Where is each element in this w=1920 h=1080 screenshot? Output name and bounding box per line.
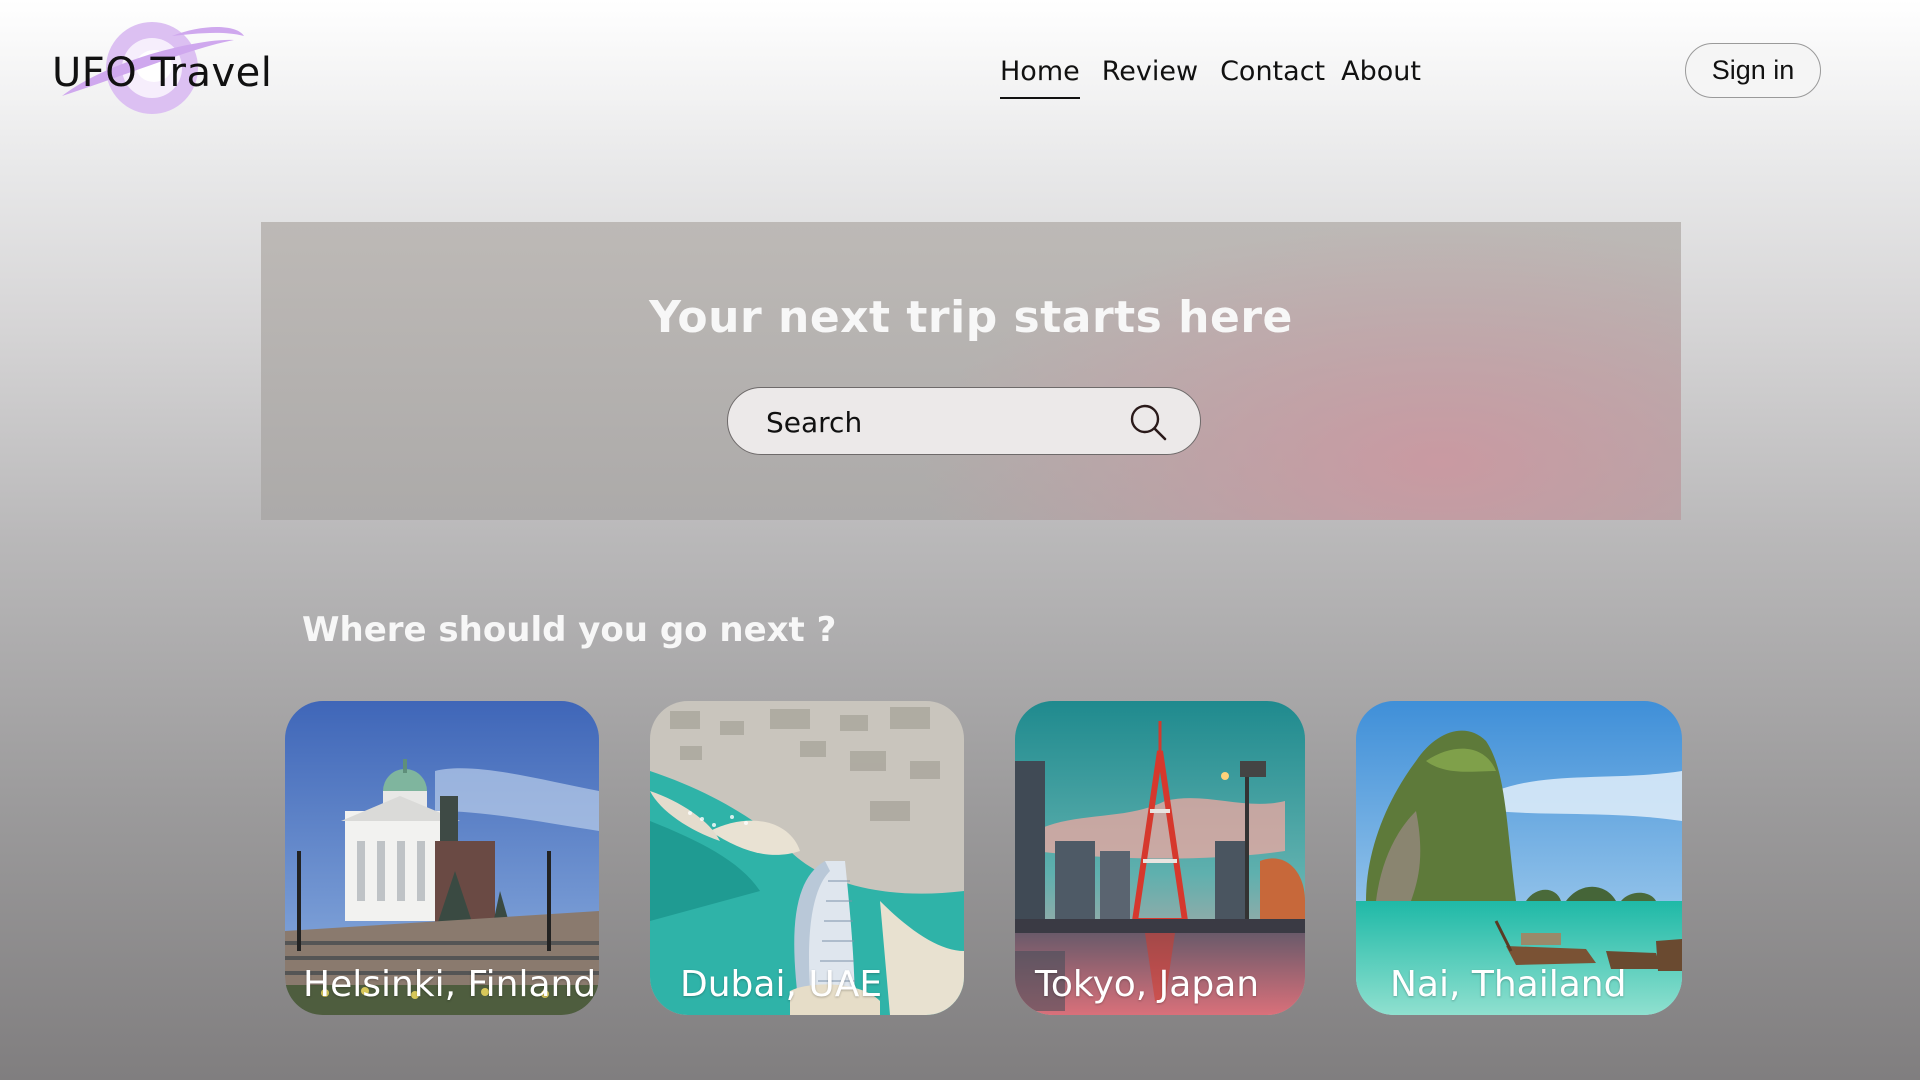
brand-name: UFO Travel [52, 50, 273, 96]
hero-title: Your next trip starts here [649, 292, 1293, 343]
destinations-title: Where should you go next ? [302, 610, 837, 650]
sign-in-button[interactable]: Sign in [1685, 43, 1821, 98]
main-nav: Home Review Contact About [1000, 56, 1443, 99]
destination-card-tokyo[interactable]: Tokyo, Japan [1015, 701, 1305, 1015]
destination-label: Tokyo, Japan [1035, 964, 1260, 1005]
nav-item-contact[interactable]: Contact [1220, 56, 1325, 99]
search-input[interactable] [766, 400, 1126, 444]
nav-item-review[interactable]: Review [1102, 56, 1198, 99]
hero-banner: Your next trip starts here [261, 222, 1681, 520]
nav-item-about[interactable]: About [1341, 56, 1421, 99]
search-icon[interactable] [1128, 402, 1168, 442]
destination-card-helsinki[interactable]: Helsinki, Finland [285, 701, 599, 1015]
destination-card-thailand[interactable]: Nai, Thailand [1356, 701, 1682, 1015]
brand-logo[interactable]: UFO Travel [52, 18, 272, 122]
destination-label: Nai, Thailand [1390, 964, 1627, 1005]
search-bar [727, 387, 1201, 455]
destination-label: Helsinki, Finland [303, 964, 597, 1005]
destination-label: Dubai, UAE [680, 964, 883, 1005]
destination-card-dubai[interactable]: Dubai, UAE [650, 701, 964, 1015]
nav-item-home[interactable]: Home [1000, 56, 1080, 99]
